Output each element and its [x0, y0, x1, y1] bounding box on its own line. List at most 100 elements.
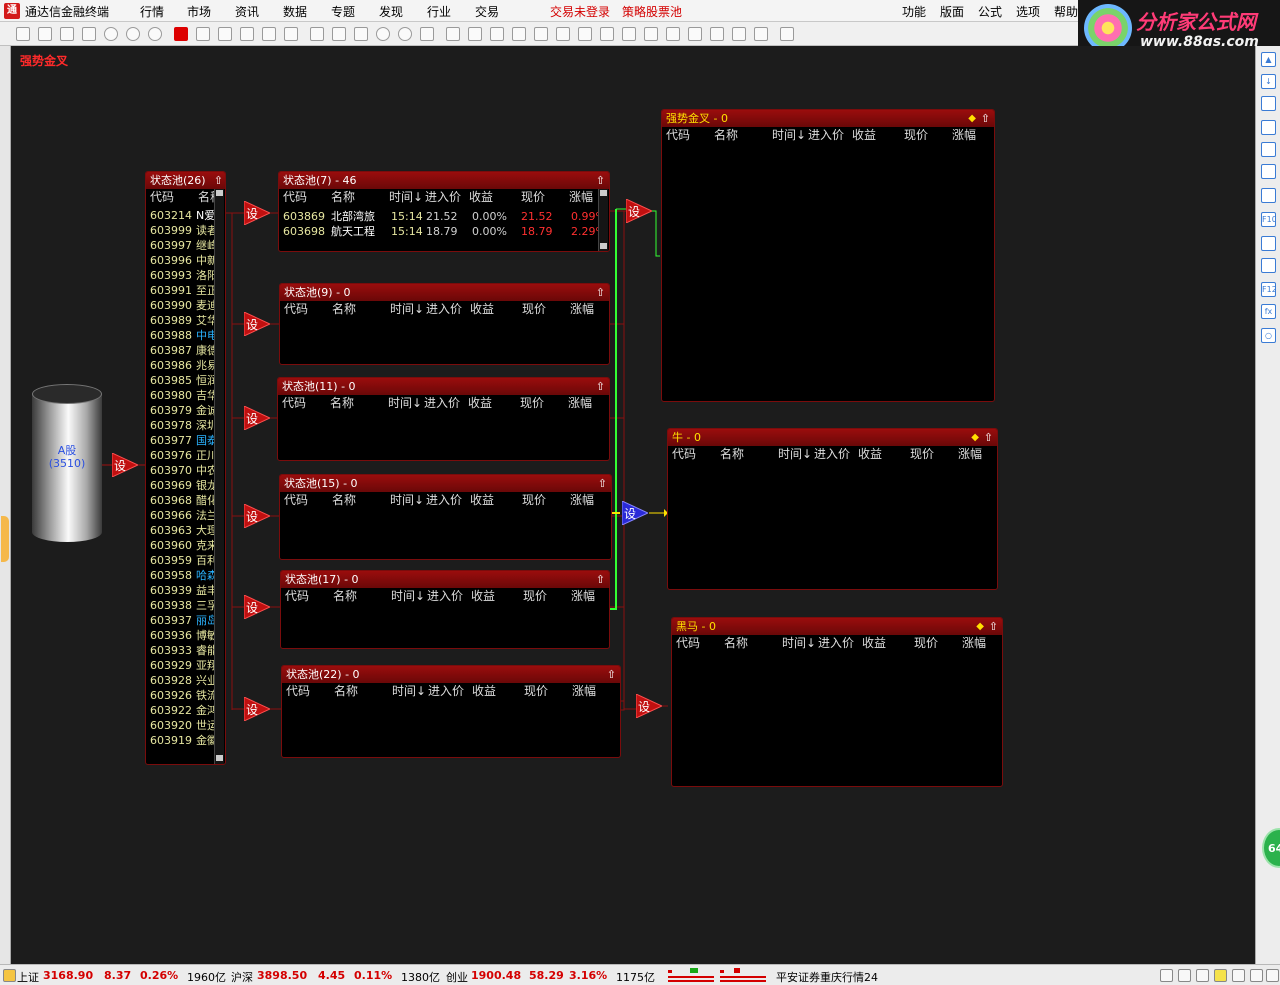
set-node[interactable]: 设: [244, 312, 270, 336]
pool-titlebar[interactable]: 黑马 - 0 ◆ ⇧: [672, 618, 1002, 635]
set-node[interactable]: 设: [636, 694, 662, 718]
pool-titlebar[interactable]: 状态池(17) - 0 ⇧: [281, 571, 609, 588]
pool-titlebar[interactable]: 状态池(26) ⇧: [146, 172, 225, 189]
square-tool-icon[interactable]: [354, 27, 368, 41]
set-node[interactable]: 设: [244, 406, 270, 430]
same-height-icon[interactable]: [754, 27, 768, 41]
distribute-v-icon[interactable]: [710, 27, 724, 41]
collapse-up-icon[interactable]: ⇧: [607, 666, 616, 683]
set-node[interactable]: 设: [244, 201, 270, 225]
circle-tool-icon[interactable]: [376, 27, 390, 41]
pool-titlebar[interactable]: 状态池(7) - 46 ⇧: [279, 172, 609, 189]
collapse-up-icon[interactable]: ⇧: [214, 172, 223, 189]
align-middle-icon[interactable]: [644, 27, 658, 41]
collapse-up-icon[interactable]: ⇧: [984, 429, 993, 446]
collapse-up-icon[interactable]: ⇧: [598, 475, 607, 492]
pool-titlebar[interactable]: 状态池(11) - 0 ⇧: [278, 378, 609, 395]
output-pool-qsjc[interactable]: 强势金叉 - 0 ◆ ⇧ 代码 名称 时间↓ 进入价 收益 现价 涨幅: [661, 109, 995, 402]
f10-icon[interactable]: F10: [1261, 212, 1276, 227]
quote-icon[interactable]: [1261, 96, 1276, 111]
pause-icon[interactable]: [126, 27, 140, 41]
menu-item[interactable]: 专题: [331, 3, 355, 20]
output-pool-niu[interactable]: 牛 - 0 ◆ ⇧ 代码 名称 时间↓ 进入价 收益 现价 涨幅: [667, 428, 998, 590]
delete-icon[interactable]: [82, 27, 96, 41]
col-time[interactable]: 时间↓: [391, 588, 425, 604]
collapse-up-icon[interactable]: ⇧: [596, 172, 605, 189]
notes-icon[interactable]: [1261, 258, 1276, 273]
main-state-pool[interactable]: 状态池(26) ⇧ 代码 名称 603214N爱603999读者603997继峰…: [145, 171, 226, 765]
list-tool-icon[interactable]: [218, 27, 232, 41]
col-time[interactable]: 时间↓: [782, 635, 816, 651]
same-width-icon[interactable]: [732, 27, 746, 41]
rect-tool-icon[interactable]: [196, 27, 210, 41]
align-left-icon[interactable]: [556, 27, 570, 41]
window-icon[interactable]: [1178, 969, 1191, 982]
pool-titlebar[interactable]: 状态池(15) - 0 ⇧: [280, 475, 611, 492]
play-icon[interactable]: [104, 27, 118, 41]
open-folder-icon[interactable]: [38, 27, 52, 41]
copy-tool-icon[interactable]: [284, 27, 298, 41]
connector-tool-icon[interactable]: [262, 27, 276, 41]
trade-login-alert[interactable]: 交易未登录: [550, 3, 610, 20]
info-icon[interactable]: [1261, 236, 1276, 251]
vertical-scrollbar[interactable]: [214, 189, 224, 764]
align-top-icon[interactable]: [622, 27, 636, 41]
diamond-icon[interactable]: ◆: [976, 618, 984, 635]
vertical-scrollbar[interactable]: [598, 189, 608, 251]
pointer-icon[interactable]: [174, 27, 188, 41]
state-pool-17[interactable]: 状态池(17) - 0 ⇧ 代码 名称 时间↓ 进入价 收益 现价 涨幅: [280, 570, 610, 649]
minus-tool-icon[interactable]: [534, 27, 548, 41]
menu-item[interactable]: 选项: [1016, 3, 1040, 20]
menu-item[interactable]: 数据: [283, 3, 307, 20]
f12-icon[interactable]: F12: [1261, 282, 1276, 297]
arrow-down-icon[interactable]: ↓: [1261, 74, 1276, 89]
set-node[interactable]: 设: [244, 697, 270, 721]
page-tool-icon[interactable]: [446, 27, 460, 41]
output-pool-heima[interactable]: 黑马 - 0 ◆ ⇧ 代码 名称 时间↓ 进入价 收益 现价 涨幅: [671, 617, 1003, 787]
col-time[interactable]: 时间↓: [390, 492, 424, 508]
stop-icon[interactable]: [148, 27, 162, 41]
set-node[interactable]: 设: [626, 199, 652, 223]
col-time[interactable]: 时间↓: [772, 127, 806, 143]
diamond-icon[interactable]: ◆: [968, 110, 976, 127]
menu-item[interactable]: 市场: [187, 3, 211, 20]
menu-item[interactable]: 发现: [379, 3, 403, 20]
collapse-up-icon[interactable]: ⇧: [989, 618, 998, 635]
collapse-up-icon[interactable]: ⇧: [596, 571, 605, 588]
page3-tool-icon[interactable]: [490, 27, 504, 41]
signal-icon[interactable]: [1232, 969, 1245, 982]
collapse-handle[interactable]: [1, 516, 9, 562]
hs-value[interactable]: 3898.50: [257, 969, 307, 982]
state-pool-7[interactable]: 状态池(7) - 46 ⇧ 代码 名称 时间↓ 进入价 收益 现价 涨幅 603…: [278, 171, 610, 252]
set-node[interactable]: 设: [244, 595, 270, 619]
distribute-h-icon[interactable]: [688, 27, 702, 41]
edit-tool-icon[interactable]: [512, 27, 526, 41]
align-bottom-icon[interactable]: [666, 27, 680, 41]
set-node-active[interactable]: 设: [622, 501, 648, 525]
col-time[interactable]: 时间↓: [388, 395, 422, 411]
ellipse-tool-icon[interactable]: [398, 27, 412, 41]
line-tool-icon[interactable]: [332, 27, 346, 41]
col-time[interactable]: 时间↓: [390, 301, 424, 317]
cy-value[interactable]: 1900.48: [471, 969, 521, 982]
flow-tool-icon[interactable]: [310, 27, 324, 41]
pool-titlebar[interactable]: 状态池(22) - 0 ⇧: [282, 666, 620, 683]
menu-item[interactable]: 版面: [940, 3, 964, 20]
lock-icon[interactable]: [780, 27, 794, 41]
scroll-down-arrow-icon[interactable]: [600, 243, 607, 249]
formula-icon[interactable]: fx: [1261, 304, 1276, 319]
candle-chart-icon[interactable]: [1261, 164, 1276, 179]
diamond-tool-icon[interactable]: [420, 27, 434, 41]
scroll-down-arrow-icon[interactable]: [216, 755, 223, 761]
collapse-up-icon[interactable]: ⇧: [981, 110, 990, 127]
table-icon[interactable]: [1261, 120, 1276, 135]
align-right-icon[interactable]: [600, 27, 614, 41]
table-row[interactable]: 603698 航天工程 15:14 18.79 0.00% 18.79 2.29…: [279, 224, 609, 239]
menu-item[interactable]: 交易: [475, 3, 499, 20]
set-node[interactable]: 设: [112, 453, 138, 477]
diamond-icon[interactable]: ◆: [971, 429, 979, 446]
sh-value[interactable]: 3168.90: [43, 969, 93, 982]
message-icon[interactable]: [1196, 969, 1209, 982]
collapse-up-icon[interactable]: ⇧: [596, 378, 605, 395]
updown-arrow-icon[interactable]: [1250, 969, 1263, 982]
